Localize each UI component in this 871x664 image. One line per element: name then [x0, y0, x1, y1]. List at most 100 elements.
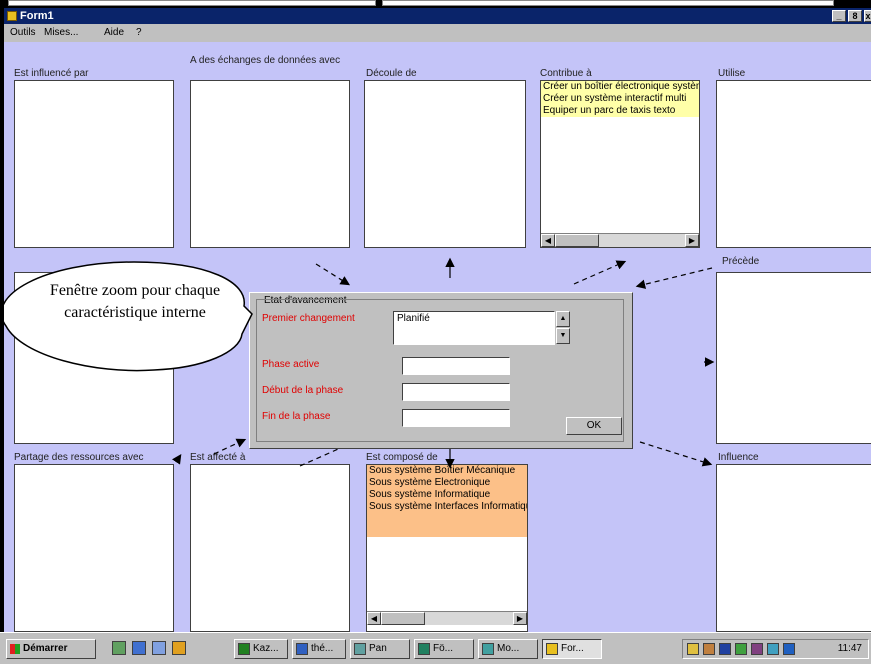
label-influence-par: Est influencé par [14, 68, 89, 79]
label-premier-changement: Premier changement [262, 313, 355, 324]
task-icon [354, 643, 366, 655]
clock: 11:47 [837, 643, 862, 654]
taskbar-button-mo[interactable]: Mo... [478, 639, 538, 659]
label-utilise: Utilise [718, 68, 746, 79]
taskbar-button-pan[interactable]: Pan [350, 639, 410, 659]
top-bar-right [382, 0, 834, 6]
task-icon [546, 643, 558, 655]
diagram-canvas: Est influencé par A des échanges de donn… [4, 42, 871, 632]
tray-update-icon[interactable] [783, 643, 795, 655]
list-precede[interactable] [716, 272, 871, 444]
spin-down-icon[interactable]: ▼ [556, 328, 570, 344]
task-label: Mo... [497, 643, 520, 654]
quicklaunch-media-icon[interactable] [172, 641, 186, 655]
menu-mises[interactable]: Mises... [44, 24, 78, 42]
top-bar-left [8, 0, 376, 6]
zoom-window: Etat d'avancement Premier changement Pla… [249, 292, 633, 449]
tray-app-icon[interactable] [735, 643, 747, 655]
arrow-icon [315, 263, 351, 286]
taskbar: Démarrer Kaz... thé... Pan Fö... Mo... F… [0, 632, 871, 664]
list-contribue[interactable]: Créer un boîtier électronique système Cr… [540, 80, 700, 248]
start-button[interactable]: Démarrer [6, 639, 96, 659]
taskbar-button-fo[interactable]: Fö... [414, 639, 474, 659]
list-item[interactable]: Equiper un parc de taxis texto [541, 105, 699, 117]
menu-outils[interactable]: Outils [10, 24, 36, 42]
task-label: Kaz... [253, 643, 279, 654]
scroll-right-icon[interactable]: ▶ [513, 612, 527, 625]
taskbar-button-kaz[interactable]: Kaz... [234, 639, 288, 659]
list-influence[interactable] [716, 464, 871, 632]
list-item[interactable]: Sous système Boîtier Mécanique [367, 465, 527, 477]
list-compose[interactable]: Sous système Boîtier Mécanique Sous syst… [366, 464, 528, 632]
label-fin-phase: Fin de la phase [262, 411, 331, 422]
quicklaunch-channel-icon[interactable] [152, 641, 166, 655]
premier-changement-field[interactable]: Planifié [393, 311, 555, 345]
callout-text: Fenêtre zoom pour chaque caractéristique… [49, 282, 221, 321]
start-label: Démarrer [23, 643, 68, 654]
menu-help[interactable]: ? [136, 24, 142, 42]
taskbar-button-the[interactable]: thé... [292, 639, 346, 659]
horizontal-scrollbar[interactable]: ◀ ▶ [541, 233, 699, 247]
task-icon [482, 643, 494, 655]
close-button[interactable]: x [864, 10, 871, 22]
task-label: thé... [311, 643, 334, 654]
scroll-left-icon[interactable]: ◀ [541, 234, 555, 247]
list-partage[interactable] [14, 464, 174, 632]
window-title: Form1 [20, 10, 54, 22]
task-icon [418, 643, 430, 655]
list-item[interactable]: Sous système Interfaces Informatique [367, 501, 527, 513]
taskbar-button-form[interactable]: For... [542, 639, 602, 659]
tray-monitor-icon[interactable] [767, 643, 779, 655]
label-precede: Précède [722, 256, 760, 267]
fin-phase-field[interactable] [402, 409, 510, 427]
language-icon[interactable] [719, 643, 731, 655]
app-icon [7, 11, 17, 21]
label-decoule: Découle de [366, 68, 417, 79]
quicklaunch-desktop-icon[interactable] [112, 641, 126, 655]
label-contribue: Contribue à [540, 68, 592, 79]
horizontal-scrollbar[interactable]: ◀ ▶ [367, 611, 527, 625]
minimize-button[interactable]: _ [832, 10, 846, 22]
list-utilise[interactable] [716, 80, 871, 248]
label-debut-phase: Début de la phase [262, 385, 344, 396]
label-influence: Influence [718, 452, 759, 463]
arrow-icon [639, 441, 713, 467]
menu-bar: Outils Mises... Aide ? [4, 24, 871, 42]
ok-button[interactable]: OK [566, 417, 622, 435]
menu-aide[interactable]: Aide [104, 24, 124, 42]
tray-network-icon[interactable] [751, 643, 763, 655]
label-est-affecte: Est affecté à [190, 452, 246, 463]
task-label: Pan [369, 643, 387, 654]
tray-tool-icon[interactable] [703, 643, 715, 655]
volume-icon[interactable] [687, 643, 699, 655]
arrow-icon [573, 260, 627, 285]
label-echange: A des échanges de données avec [190, 55, 341, 66]
arrow-icon [635, 267, 713, 289]
list-echange[interactable] [190, 80, 350, 248]
scroll-right-icon[interactable]: ▶ [685, 234, 699, 247]
debut-phase-field[interactable] [402, 383, 510, 401]
title-bar: Form1 _ 8 x [4, 8, 871, 24]
list-est-affecte[interactable] [190, 464, 350, 632]
scroll-left-icon[interactable]: ◀ [367, 612, 381, 625]
label-partage: Partage des ressources avec [14, 452, 144, 463]
list-item[interactable]: Créer un boîtier électronique système [541, 81, 699, 93]
form-window: Form1 _ 8 x Outils Mises... Aide ? Est i… [4, 8, 871, 632]
maximize-button[interactable]: 8 [848, 10, 862, 22]
system-tray: 11:47 [682, 639, 869, 659]
spin-up-icon[interactable]: ▲ [556, 311, 570, 327]
list-item[interactable]: Sous système Electronique [367, 477, 527, 489]
scroll-thumb[interactable] [381, 612, 425, 625]
label-compose: Est composé de [366, 452, 438, 463]
list-item[interactable]: Créer un système interactif multi [541, 93, 699, 105]
start-flag-icon [10, 644, 20, 654]
list-decoule[interactable] [364, 80, 526, 248]
list-influence-par[interactable] [14, 80, 174, 248]
quicklaunch-browser-icon[interactable] [132, 641, 146, 655]
label-phase-active: Phase active [262, 359, 320, 370]
scroll-thumb[interactable] [555, 234, 599, 247]
task-icon [238, 643, 250, 655]
phase-active-field[interactable] [402, 357, 510, 375]
zoom-callout: Fenêtre zoom pour chaque caractéristique… [4, 256, 264, 386]
list-item[interactable]: Sous système Informatique [367, 489, 527, 501]
